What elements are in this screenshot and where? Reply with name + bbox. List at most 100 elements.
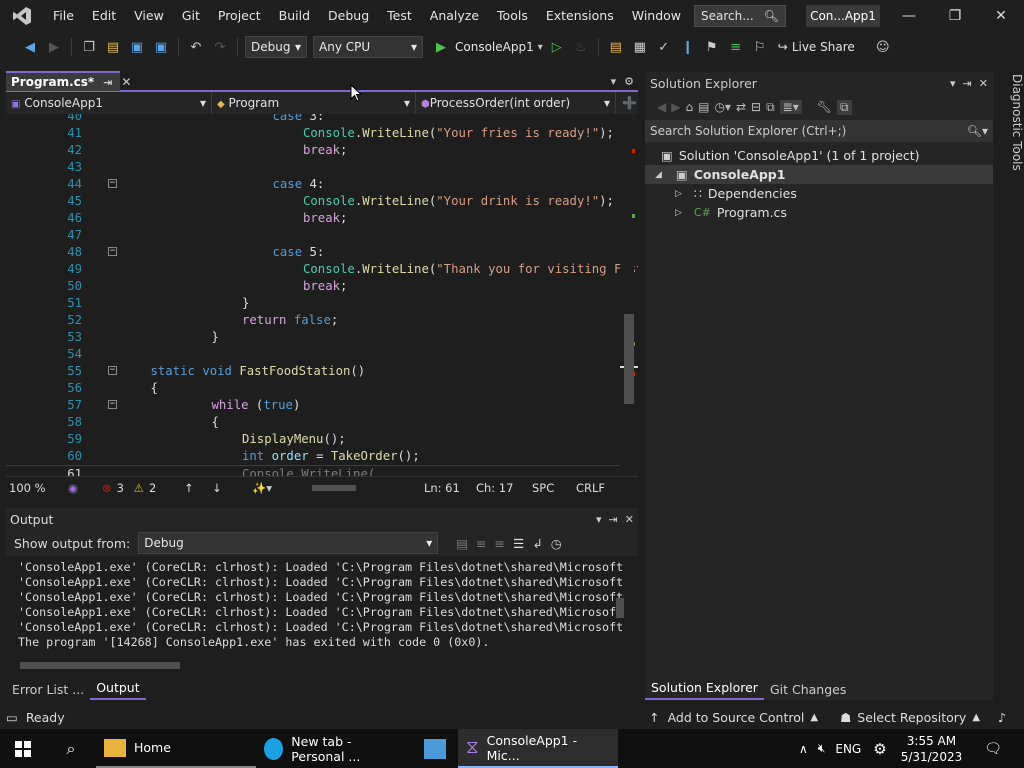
output-horizontal-scrollbar[interactable] (6, 656, 638, 674)
new-project-icon[interactable]: ❐ (79, 37, 99, 57)
code-line[interactable]: 57 − while (true) (6, 397, 620, 414)
back-icon[interactable]: ◀ (20, 37, 40, 57)
next-message-icon[interactable]: ≡ (495, 536, 505, 551)
code-line[interactable]: 51} (6, 295, 620, 312)
class-nav-dropdown[interactable]: ◆ Program ▾ (212, 92, 416, 114)
run-target-label[interactable]: ConsoleApp1 (455, 40, 534, 54)
hot-reload-icon[interactable]: ♨ (571, 37, 591, 57)
hidden-icons-chevron-icon[interactable]: ∧ (799, 742, 808, 756)
comment-icon[interactable]: ≡ (726, 37, 746, 57)
menu-extensions[interactable]: Extensions (537, 0, 623, 32)
solution-search-field[interactable]: Search Solution Explorer (Ctrl+;) 🔍︎▾ (645, 120, 993, 142)
menu-analyze[interactable]: Analyze (421, 0, 488, 32)
preview-icon[interactable]: ⧉ (836, 99, 852, 115)
output-source-dropdown[interactable]: Debug ▾ (138, 532, 439, 554)
code-line[interactable]: 52 return false; (6, 312, 620, 329)
pin-icon[interactable]: ⇥ (103, 76, 112, 89)
menu-edit[interactable]: Edit (83, 0, 125, 32)
collapse-icon[interactable]: − (108, 179, 117, 188)
flag-icon[interactable]: ⚐ (750, 37, 770, 57)
menu-file[interactable]: File (44, 0, 83, 32)
taskbar-visual-studio[interactable]: ⧖ ConsoleApp1 - Mic... (458, 729, 618, 768)
tree-item-dependencies[interactable]: ▷ ∷ Dependencies (645, 184, 993, 203)
code-area[interactable]: 40 case 3: 41 Console.WriteLine("Your fries… (6, 114, 638, 476)
save-icon[interactable]: ▣ (127, 37, 147, 57)
menu-build[interactable]: Build (270, 0, 319, 32)
split-window-icon[interactable]: ➕ (622, 96, 637, 110)
solution-explorer-controls[interactable]: ▾ ⇥ ✕ (950, 77, 988, 90)
search-box[interactable]: Search... 🔍︎ (694, 5, 786, 27)
tab-overflow-icon[interactable]: ▾ (611, 75, 617, 88)
minimize-button[interactable]: — (886, 0, 932, 32)
layout-icon[interactable]: ▦ (630, 37, 650, 57)
open-folder-icon[interactable]: ▤ (103, 37, 123, 57)
browse-folder-icon[interactable]: ▤ (606, 37, 626, 57)
output-status-icon[interactable]: ▭ (6, 710, 18, 725)
solution-title[interactable]: Con...App1 (806, 5, 880, 27)
menu-project[interactable]: Project (209, 0, 270, 32)
switch-views-icon[interactable]: ▤ (698, 100, 709, 114)
word-wrap-icon[interactable]: ↲ (532, 536, 542, 551)
cleanup-icon[interactable]: ✨▾ (252, 481, 298, 495)
feedback-icon[interactable]: ☺ (873, 37, 893, 57)
code-line[interactable]: 40 case 3: (6, 114, 620, 125)
show-all-files-icon[interactable]: ⧉ (766, 100, 775, 115)
menu-test[interactable]: Test (378, 0, 421, 32)
code-line[interactable]: 53} (6, 329, 620, 346)
chevron-down-icon[interactable]: ▾ (538, 42, 543, 53)
code-line[interactable]: 56 { (6, 380, 620, 397)
h-scroll-thumb[interactable] (311, 484, 356, 491)
code-line[interactable]: 58 { (6, 414, 620, 431)
tab-output[interactable]: Output (90, 678, 146, 700)
back-icon[interactable]: ◀ (657, 100, 666, 114)
code-line[interactable]: 41 Console.WriteLine("Your fries is ready… (6, 125, 620, 142)
maximize-button[interactable]: ❐ (932, 0, 978, 32)
tab-program-cs[interactable]: Program.cs* ⇥ ✕ (6, 71, 131, 91)
code-line[interactable]: 44 − case 4: (6, 176, 620, 193)
redo-icon[interactable]: ↷ (210, 37, 230, 57)
code-line[interactable]: 55 − static void FastFoodStation() (6, 363, 620, 380)
spellcheck-icon[interactable]: ✓ (654, 37, 674, 57)
output-window-controls[interactable]: ▾ ⇥ ✕ (596, 513, 634, 526)
collapse-all-icon[interactable]: ⊟ (751, 100, 761, 114)
menu-view[interactable]: View (125, 0, 173, 32)
configuration-dropdown[interactable]: Debug ▾ (245, 36, 307, 58)
output-scroll-thumb[interactable] (616, 598, 624, 618)
tree-item-program-cs[interactable]: ▷ C# Program.cs (645, 203, 993, 222)
collapse-icon[interactable]: − (108, 247, 117, 256)
start-without-debugging-icon[interactable]: ▷ (547, 37, 567, 57)
code-line[interactable]: 43 (6, 159, 620, 176)
next-issue-icon[interactable]: ↓ (212, 481, 252, 495)
properties-icon[interactable]: 🔧︎ (817, 100, 832, 114)
diagnostic-tools-tab[interactable]: Diagnostic Tools (994, 72, 1024, 232)
menu-debug[interactable]: Debug (319, 0, 378, 32)
collapse-icon[interactable]: − (108, 400, 117, 409)
add-to-source-control[interactable]: Add to Source Control (668, 710, 805, 725)
breakpoint-icon[interactable]: ❙ (678, 37, 698, 57)
timestamp-icon[interactable]: ◷ (551, 536, 562, 551)
zoom-level[interactable]: 100 % (6, 481, 68, 495)
line-ending[interactable]: CRLF (568, 481, 605, 495)
forward-icon[interactable]: ▶ (44, 37, 64, 57)
code-line[interactable]: 49 Console.WriteLine("Thank you for visit… (6, 261, 638, 278)
char-position[interactable]: Ch: 17 (472, 481, 526, 495)
code-line[interactable]: 59 DisplayMenu(); (6, 431, 620, 448)
chevron-up-icon[interactable]: ▲ (810, 712, 818, 723)
notifications-icon[interactable]: ♪ (998, 710, 1006, 725)
undo-icon[interactable]: ↶ (186, 37, 206, 57)
taskbar-file-explorer[interactable]: Home (96, 729, 256, 768)
search-icon[interactable]: ⌕ (46, 739, 96, 759)
output-text[interactable]: 'ConsoleApp1.exe' (CoreCLR: clrhost): Lo… (6, 556, 638, 656)
code-line[interactable]: 46 break; (6, 210, 620, 227)
menu-git[interactable]: Git (173, 0, 209, 32)
tree-item-project[interactable]: ◢ ▣ ConsoleApp1 (645, 165, 993, 184)
menu-tools[interactable]: Tools (488, 0, 537, 32)
code-line[interactable]: 48 − case 5: (6, 244, 620, 261)
member-nav-dropdown[interactable]: ⬢ProcessOrder(int order) ▾ (416, 92, 616, 114)
code-line[interactable]: 50 break; (6, 278, 620, 295)
save-all-icon[interactable]: ▣ (151, 37, 171, 57)
warning-icon[interactable]: ⚠ (134, 481, 144, 495)
clock[interactable]: 3:55 AM 5/31/2023 (901, 733, 963, 765)
history-icon[interactable]: ◷▾ (714, 100, 731, 114)
start-button[interactable] (0, 740, 46, 757)
